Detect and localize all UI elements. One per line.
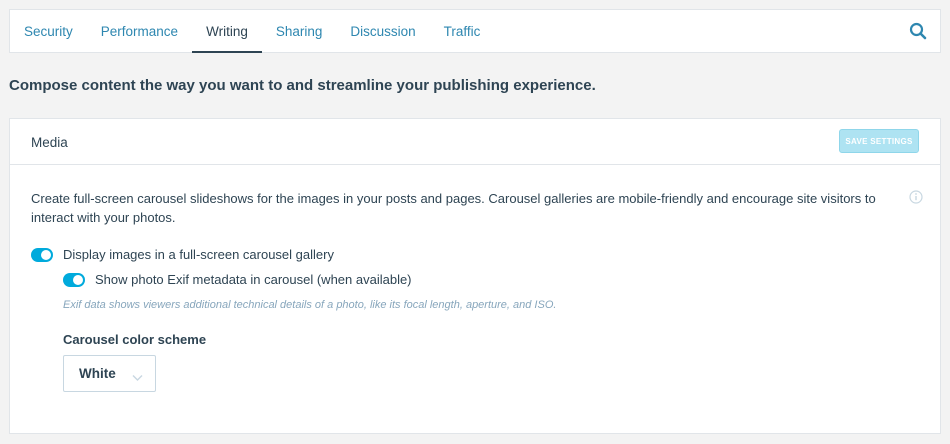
carousel-toggle-label[interactable]: Display images in a full-screen carousel…	[63, 247, 334, 262]
tab-discussion[interactable]: Discussion	[336, 10, 429, 52]
tab-sharing[interactable]: Sharing	[262, 10, 337, 52]
media-card: Media SAVE SETTINGS Create full-screen c…	[9, 118, 941, 434]
carousel-toggle[interactable]	[31, 247, 53, 262]
exif-toggle-label[interactable]: Show photo Exif metadata in carousel (wh…	[95, 272, 412, 287]
tab-traffic[interactable]: Traffic	[430, 10, 495, 52]
tab-performance[interactable]: Performance	[87, 10, 192, 52]
color-scheme-select[interactable]: White	[63, 355, 156, 392]
carousel-toggle-row: Display images in a full-screen carousel…	[31, 247, 334, 262]
exif-toggle-row: Show photo Exif metadata in carousel (wh…	[63, 272, 412, 287]
color-scheme-value: White	[79, 366, 116, 381]
save-settings-button[interactable]: SAVE SETTINGS	[839, 129, 919, 153]
tab-security[interactable]: Security	[10, 10, 87, 52]
color-scheme-label: Carousel color scheme	[63, 332, 207, 347]
card-header: Media SAVE SETTINGS	[10, 119, 940, 165]
search-icon[interactable]	[909, 22, 927, 40]
card-title: Media	[31, 135, 68, 150]
info-icon[interactable]	[909, 190, 923, 204]
exif-note: Exif data shows viewers additional techn…	[63, 299, 557, 311]
exif-toggle[interactable]	[63, 272, 85, 287]
chevron-down-icon	[132, 369, 143, 381]
section-nav: Security Performance Writing Sharing Dis…	[9, 9, 941, 53]
media-description: Create full-screen carousel slideshows f…	[31, 191, 876, 225]
page-headline: Compose content the way you want to and …	[9, 77, 596, 94]
tab-writing[interactable]: Writing	[192, 10, 262, 53]
